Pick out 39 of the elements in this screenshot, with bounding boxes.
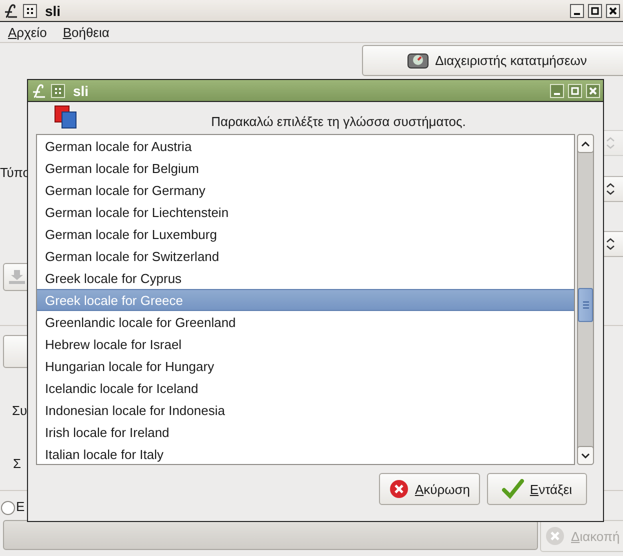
maximize-icon <box>591 6 599 14</box>
cancel-icon <box>545 526 565 546</box>
checkmark-icon <box>502 479 524 499</box>
spin-arrows-icon <box>606 182 615 196</box>
dots-grid-icon <box>26 6 34 14</box>
ok-button[interactable]: Εντάξει <box>487 473 587 505</box>
minimize-icon <box>554 92 560 94</box>
radio-button[interactable] <box>1 501 15 515</box>
partition-manager-label: Διαχειριστής κατατμήσεων <box>435 53 587 68</box>
window-title: sli <box>45 2 62 18</box>
close-icon <box>589 86 597 94</box>
minimize-button[interactable] <box>570 4 584 18</box>
close-icon <box>609 6 617 14</box>
menu-item[interactable]: Βοήθεια <box>62 24 110 40</box>
menu-item[interactable]: Αρχείο <box>8 24 47 40</box>
window-menu-button[interactable] <box>23 4 37 18</box>
scrollbar[interactable] <box>577 134 594 465</box>
close-button[interactable] <box>606 4 620 18</box>
scroll-up-icon <box>581 140 590 146</box>
maximize-icon <box>571 86 579 94</box>
download-icon <box>8 269 26 285</box>
spin-arrows-icon <box>606 237 615 251</box>
scroll-down-icon <box>581 452 590 458</box>
minimize-icon <box>574 12 580 14</box>
dots-grid-icon <box>54 86 62 94</box>
partition-manager-button[interactable]: Διαχειριστής κατατμήσεων <box>362 45 623 76</box>
maximize-button[interactable] <box>588 4 602 18</box>
language-flags-icon <box>54 105 78 129</box>
field-label: Σ <box>13 456 22 471</box>
scroll-thumb[interactable] <box>578 288 593 322</box>
spin-arrows-icon <box>606 136 615 150</box>
field-label: Συ <box>12 403 28 418</box>
dialog-title: sli <box>73 82 90 98</box>
app-logo-icon <box>3 2 19 18</box>
radio-label: Ε <box>16 499 25 514</box>
prompt-text: Παρακαλώ επιλέξτε τη γλώσσα συστήματος. <box>210 112 467 128</box>
app-logo-icon <box>31 82 47 98</box>
cancel-icon <box>388 479 409 499</box>
cancel-button[interactable]: Ακύρωση <box>379 473 480 505</box>
